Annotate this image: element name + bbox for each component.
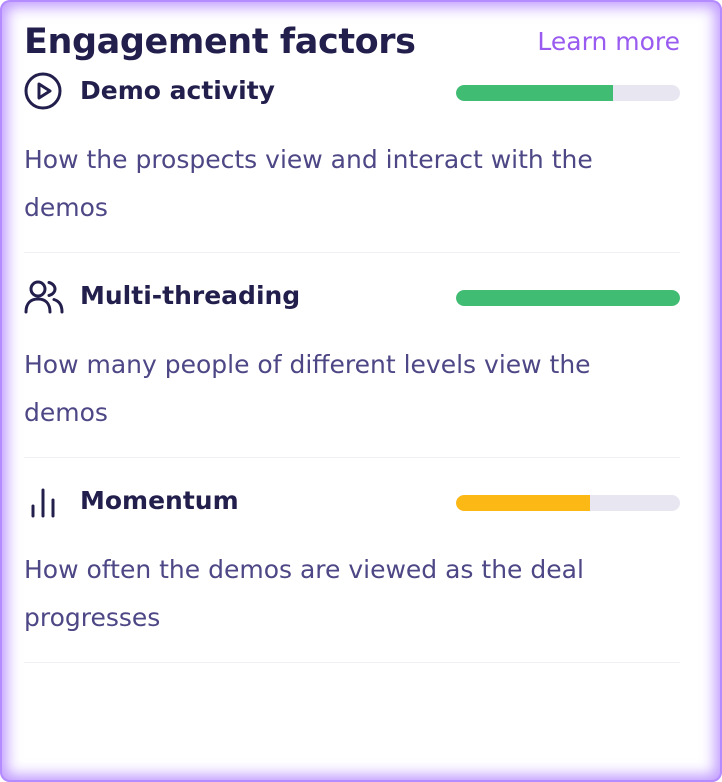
score-bar: [456, 495, 680, 511]
bar-chart-icon: [24, 482, 64, 522]
factor-name: Momentum: [80, 486, 239, 515]
factor-header: Momentum: [24, 482, 680, 526]
card-header: Engagement factors Learn more: [24, 16, 680, 72]
factor-description: How many people of different levels view…: [24, 350, 591, 427]
score-bar-fill: [456, 495, 591, 511]
users-icon: [24, 277, 64, 317]
learn-more-link[interactable]: Learn more: [537, 26, 680, 58]
factor-header: Multi-threading: [24, 277, 680, 321]
score-bar: [456, 85, 680, 101]
score-bar-fill: [456, 290, 680, 306]
score-bar-fill: [456, 85, 613, 101]
factor-header: Demo activity: [24, 72, 680, 116]
factor-demo-activity: Demo activity How the prospects view and…: [24, 72, 680, 253]
engagement-factors-card: Engagement factors Learn more Demo activ…: [24, 16, 680, 663]
card-title: Engagement factors: [24, 22, 416, 62]
play-circle-icon: [24, 72, 64, 112]
factor-name: Demo activity: [80, 76, 275, 105]
score-bar: [456, 290, 680, 306]
factor-momentum: Momentum How often the demos are viewed …: [24, 482, 680, 663]
factor-description: How the prospects view and interact with…: [24, 145, 593, 222]
factor-multi-threading: Multi-threading How many people of diffe…: [24, 277, 680, 458]
factor-description: How often the demos are viewed as the de…: [24, 555, 584, 632]
factor-name: Multi-threading: [80, 281, 301, 310]
